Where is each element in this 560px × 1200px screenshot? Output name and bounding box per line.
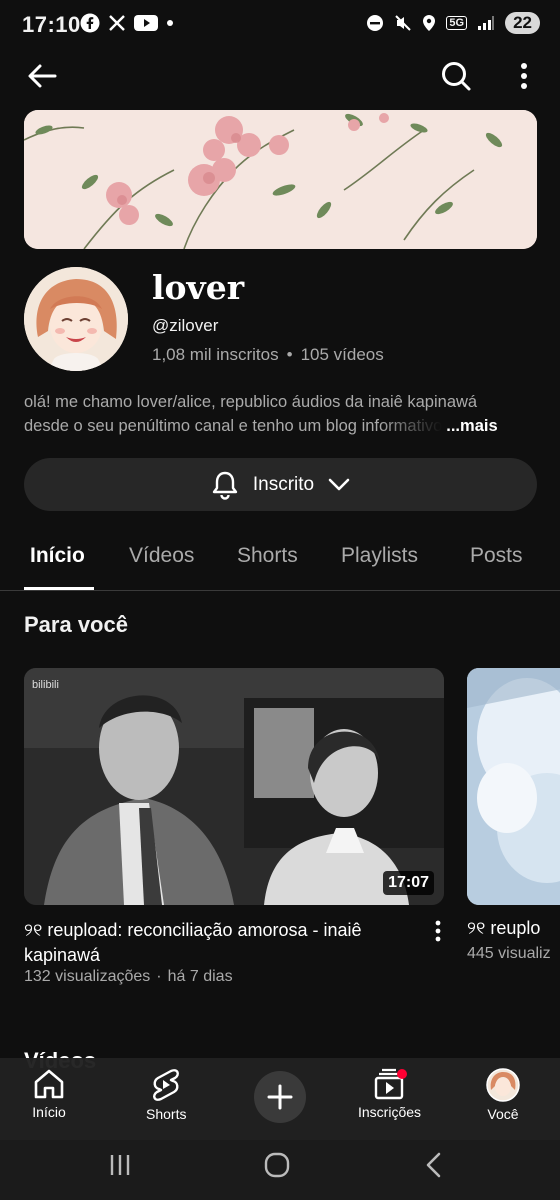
subscriber-count: 1,08 mil inscritos: [152, 345, 279, 364]
more-options-button[interactable]: [506, 56, 542, 96]
meta-separator: ·: [156, 968, 162, 985]
plus-icon: [267, 1084, 293, 1110]
home-system-button[interactable]: [264, 1152, 290, 1183]
tab-playlists[interactable]: Playlists: [341, 544, 418, 568]
subscriptions-icon: [374, 1068, 407, 1100]
bell-icon: [212, 471, 238, 500]
video-count: 105 vídeos: [300, 345, 384, 364]
nav-subscriptions[interactable]: Inscrições: [358, 1068, 421, 1120]
tab-shorts[interactable]: Shorts: [237, 544, 298, 568]
nav-label: Início: [32, 1104, 66, 1120]
network-type: 5G: [446, 16, 468, 30]
active-tab-indicator: [24, 587, 94, 590]
more-link[interactable]: ...mais: [446, 414, 497, 438]
tab-posts[interactable]: Posts: [470, 544, 523, 568]
video-options-button[interactable]: [428, 920, 448, 947]
nav-label: Você: [487, 1106, 519, 1122]
nav-label: Inscrições: [358, 1104, 422, 1120]
avatar: [486, 1068, 520, 1102]
nav-shorts[interactable]: Shorts: [146, 1068, 186, 1122]
video-title[interactable]: ୨୧ reupload: reconciliação amorosa - ina…: [24, 918, 414, 968]
tab-inicio[interactable]: Início: [30, 544, 85, 568]
search-icon: [442, 62, 471, 91]
subscribed-label: Inscrito: [252, 473, 315, 495]
video-thumbnail[interactable]: [467, 668, 560, 905]
nav-you[interactable]: Você: [486, 1068, 520, 1122]
video-duration: 17:07: [383, 871, 434, 895]
battery-indicator: 22: [505, 12, 540, 34]
channel-stats: 1,08 mil inscritos • 105 vídeos: [152, 345, 384, 365]
watermark-text: bilibili: [32, 679, 59, 691]
avatar-illustration: [24, 267, 128, 371]
dot-icon: [167, 20, 173, 26]
status-notification-icons: [80, 13, 174, 33]
location-icon: [423, 15, 436, 31]
home-icon: [34, 1069, 64, 1099]
status-bar: 17:10 5G 22: [0, 0, 560, 50]
system-navigation-bar: [0, 1140, 560, 1200]
view-count: 445 visualiz: [467, 945, 551, 962]
video-thumbnail-image: bilibili: [24, 668, 444, 905]
back-chevron-icon: [426, 1152, 441, 1178]
view-count: 132 visualizações: [24, 968, 151, 985]
recent-apps-icon: [110, 1155, 130, 1175]
channel-handle: @zilover: [152, 316, 219, 335]
status-system-icons: 5G 22: [366, 12, 540, 34]
description-line: olá! me chamo lover/alice, republico áud…: [24, 393, 478, 411]
youtube-icon: [134, 15, 158, 31]
more-vertical-icon: [521, 63, 527, 89]
video-thumbnail-image: [467, 668, 560, 905]
upload-age: há 7 dias: [167, 968, 233, 985]
status-time: 17:10: [22, 12, 81, 37]
home-circle-icon: [264, 1152, 290, 1178]
subscribed-button[interactable]: Inscrito: [24, 458, 537, 511]
nav-label: Shorts: [146, 1106, 187, 1122]
video-title[interactable]: ୨୧ reuplo: [467, 918, 540, 939]
description-line: desde o seu penúltimo canal e tenho um b…: [24, 417, 443, 435]
channel-name: lover: [152, 268, 245, 307]
channel-avatar[interactable]: [24, 267, 128, 371]
facebook-icon: [80, 13, 100, 33]
tab-videos[interactable]: Vídeos: [129, 544, 194, 568]
channel-tabs: Início Vídeos Shorts Playlists Posts: [0, 530, 560, 591]
mute-icon: [395, 15, 412, 31]
chevron-down-icon: [328, 478, 350, 490]
more-vertical-icon: [435, 920, 441, 942]
search-button[interactable]: [434, 54, 478, 98]
system-back-button[interactable]: [424, 1152, 444, 1183]
nav-home[interactable]: Início: [32, 1068, 66, 1120]
channel-description[interactable]: olá! me chamo lover/alice, republico áud…: [24, 390, 536, 438]
video-thumbnail[interactable]: bilibili 17:07: [24, 668, 444, 905]
do-not-disturb-icon: [367, 15, 384, 31]
x-icon: [109, 15, 125, 31]
meta-separator: •: [286, 345, 293, 364]
back-arrow-icon: [28, 64, 57, 88]
channel-banner: [24, 110, 537, 249]
section-title: Para você: [24, 612, 128, 637]
recent-apps-button[interactable]: [108, 1153, 132, 1182]
back-button[interactable]: [22, 56, 62, 96]
shorts-icon: [153, 1069, 180, 1101]
signal-icon: [478, 16, 495, 30]
floral-banner-image: [24, 110, 537, 249]
video-metadata: 132 visualizações · há 7 dias: [24, 968, 233, 986]
create-button[interactable]: [254, 1071, 306, 1123]
